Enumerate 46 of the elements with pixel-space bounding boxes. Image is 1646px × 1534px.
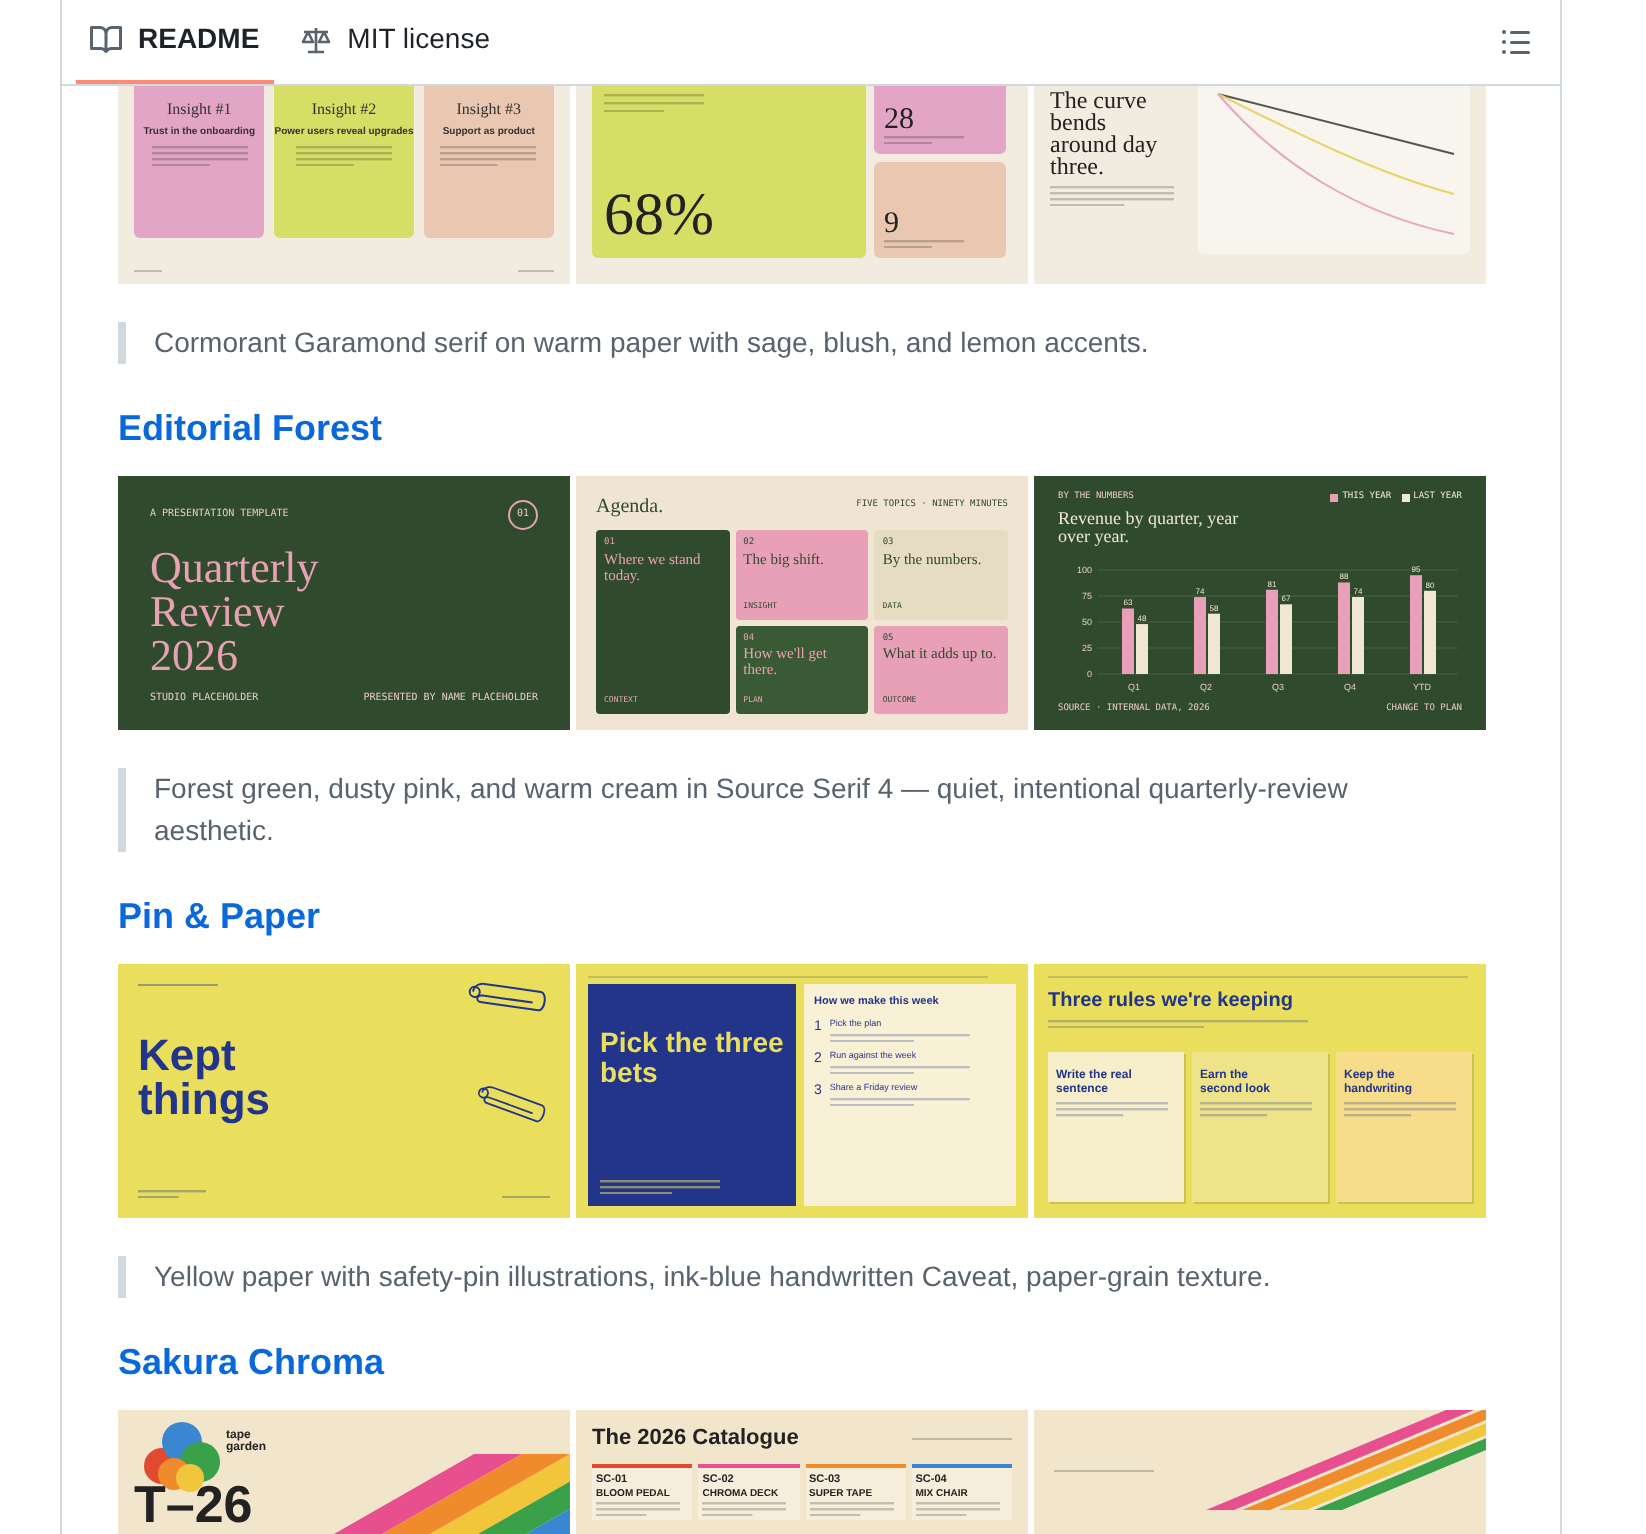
- fine-print-drawing: [138, 1189, 206, 1198]
- slide-headline: Three rules we're keeping: [1048, 988, 1295, 1017]
- slide-headline: The curve bends around day three.: [1050, 90, 1160, 178]
- section-heading[interactable]: Sakura Chroma: [118, 1338, 1504, 1386]
- fine-print-drawing: [1050, 186, 1174, 207]
- fine-print-drawing: [702, 1502, 787, 1517]
- outline-menu-button[interactable]: [1500, 26, 1532, 58]
- fine-print-drawing: [915, 1502, 1000, 1517]
- card-title: Insight #3: [456, 98, 521, 122]
- slide-headline: Pick the three bets: [600, 1028, 784, 1089]
- fine-print-drawing: [829, 1098, 970, 1107]
- fine-print-drawing: [600, 1179, 720, 1194]
- fine-print-drawing: [1200, 1102, 1312, 1118]
- fine-print-drawing: [596, 1502, 680, 1517]
- book-icon: [90, 23, 122, 55]
- fine-print-drawing: [884, 135, 964, 144]
- section-caption: Yellow paper with safety-pin illustrations, ink-blue handwritten Caveat, paper-grain texture.: [154, 1258, 1273, 1296]
- list-icon: [1500, 26, 1532, 58]
- tab[interactable]: MIT license: [285, 0, 504, 84]
- fine-print-drawing: [440, 145, 537, 166]
- scale-icon: [299, 23, 332, 55]
- safety-pin-icon: [464, 978, 552, 1015]
- fine-print-drawing: [1056, 1102, 1168, 1118]
- fine-print-drawing: [809, 1502, 893, 1517]
- slide-headline: Quarterly Review 2026: [150, 546, 321, 678]
- fine-print-drawing: [884, 239, 964, 248]
- fine-print-drawing: [296, 145, 392, 166]
- slide-headline: Agenda.: [596, 494, 664, 522]
- fine-print-drawing: [829, 1066, 970, 1075]
- fine-print-drawing: [151, 145, 248, 166]
- slide-headline: Kept things: [138, 1034, 272, 1123]
- slide-headline: T–26: [134, 1478, 253, 1530]
- stat-value: 9: [884, 209, 901, 240]
- fine-print-drawing: [1344, 1102, 1456, 1118]
- fine-print-drawing: [829, 1034, 970, 1043]
- section-caption: Forest green, dusty pink, and warm cream in Source Serif 4 — quiet, intentional quarterly-review aesthetic.: [154, 770, 1350, 850]
- card-title: Insight #2: [311, 98, 377, 122]
- stat-value: 28: [884, 105, 916, 136]
- slide-headline: Revenue by quarter, year over year.: [1058, 509, 1241, 546]
- section-heading[interactable]: Editorial Forest: [118, 404, 1504, 452]
- big-stat: 68%: [604, 186, 716, 246]
- slide-headline: The 2026 Catalogue: [592, 1424, 799, 1454]
- section-caption: Cormorant Garamond serif on warm paper with sage, blush, and lemon accents.: [154, 324, 1151, 362]
- section-heading[interactable]: Pin & Paper: [118, 892, 1504, 940]
- fine-print-drawing: [604, 94, 704, 113]
- card-title: Insight #1: [167, 98, 232, 122]
